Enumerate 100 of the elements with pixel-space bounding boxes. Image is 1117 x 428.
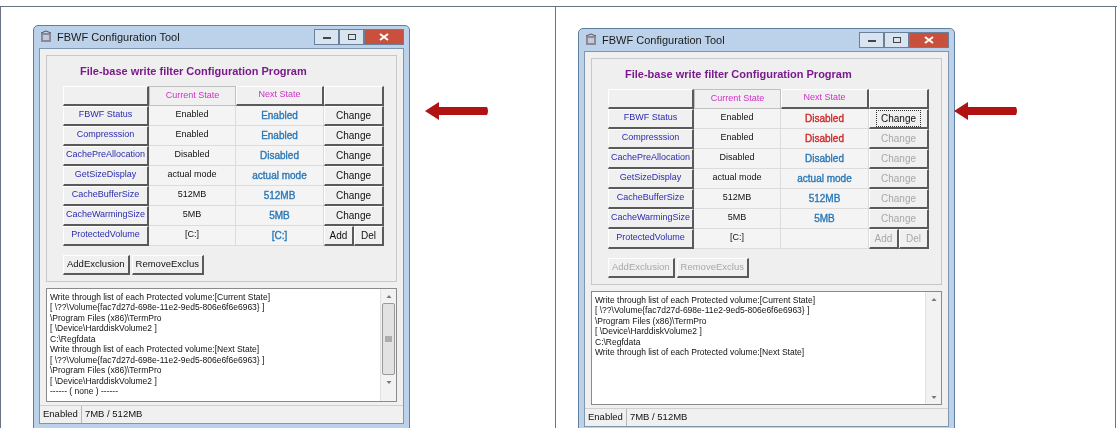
row-label: ProtectedVolume (608, 228, 694, 249)
maximize-button[interactable] (339, 29, 364, 45)
close-icon (379, 33, 389, 41)
status-text: Enabled (40, 405, 82, 423)
table-cell: [C:] (149, 225, 236, 246)
log-line: [ \??\Volume{fac7d27d-698e-11e2-9ed5-806e6f6e6963} ] (50, 302, 265, 313)
minimize-icon (321, 34, 332, 40)
exclusion-button[interactable]: RemoveExclus (131, 254, 204, 275)
next-state-value: Disabled (805, 151, 844, 166)
row-label: GetSizeDisplay (63, 165, 149, 186)
log-line: C:\Regfdata (50, 333, 96, 344)
status-text: Enabled (585, 408, 627, 426)
minimize-button[interactable] (314, 29, 339, 45)
row-label: CacheBufferSize (63, 185, 149, 206)
log-line: Write through list of each Protected volume:[Current State] (50, 291, 270, 302)
next-state-value: 5MB (814, 211, 835, 226)
table-cell: Enabled (694, 108, 781, 129)
scrollbar[interactable] (925, 291, 941, 404)
next-state-value: 512MB (808, 191, 841, 206)
table-cell: 5MB (149, 205, 236, 226)
column-header: Next State (781, 88, 869, 109)
scrollbar[interactable] (380, 288, 396, 401)
row-button[interactable]: Change (869, 108, 929, 129)
row-button[interactable]: Change (324, 185, 384, 206)
arrow-icon (954, 102, 1018, 120)
row-button[interactable]: Change (324, 205, 384, 226)
table-cell: Disabled (694, 148, 781, 169)
next-state-value: actual mode (252, 168, 307, 183)
log-line: Write through list of each Protected volume:[Next State] (595, 347, 805, 358)
window-title: FBWF Configuration Tool (57, 29, 181, 45)
table-cell: [C:] (694, 228, 781, 249)
next-state-value: Disabled (805, 111, 844, 126)
grip-icon (385, 335, 392, 342)
table-cell: 512MB (694, 188, 781, 209)
next-state-value: actual mode (797, 171, 852, 186)
minimize-button[interactable] (859, 32, 884, 48)
row-label: CacheWarmingSize (608, 208, 694, 229)
column-header: Current State (149, 85, 236, 106)
log-line: \Program Files (x86)\TermPro (50, 365, 162, 376)
log-line: C:\Regfdata (595, 336, 641, 347)
close-button[interactable] (364, 29, 404, 45)
row-label: GetSizeDisplay (608, 168, 694, 189)
table-cell: Enabled (149, 125, 236, 146)
next-state-value: 5MB (269, 208, 290, 223)
next-state-value: 512MB (263, 188, 296, 203)
log-line: [ \Device\HarddiskVolume2 ] (50, 375, 157, 386)
app-icon (39, 30, 53, 44)
row-label: CachePreAllocation (608, 148, 694, 169)
table-cell: Enabled (149, 105, 236, 126)
row-button[interactable]: Change (324, 125, 384, 146)
column-header: Current State (694, 88, 781, 109)
next-state-value: Enabled (261, 128, 298, 143)
log-line: Write through list of each Protected volume:[Next State] (50, 344, 260, 355)
close-icon (924, 36, 934, 44)
row-label: ProtectedVolume (63, 225, 149, 246)
log-line: \Program Files (x86)\TermPro (50, 312, 162, 323)
close-button[interactable] (909, 32, 949, 48)
row-label: Compresssion (608, 128, 694, 149)
row-button[interactable]: Change (324, 145, 384, 166)
row-label: FBWF Status (608, 108, 694, 129)
window-title: FBWF Configuration Tool (602, 32, 726, 48)
row-button[interactable]: Del (354, 225, 384, 246)
log-line: [ \??\Volume{fac7d27d-698e-11e2-9ed5-806e6f6e6963} ] (595, 305, 810, 316)
log-line: [ \??\Volume{fac7d27d-698e-11e2-9ed5-806e6f6e6963} ] (50, 354, 265, 365)
column-header: Next State (236, 85, 324, 106)
row-label: CacheBufferSize (608, 188, 694, 209)
log-line: \Program Files (x86)\TermPro (595, 315, 707, 326)
header-cell (324, 85, 384, 106)
table-cell: 5MB (694, 208, 781, 229)
program-heading: File-base write filter Configuration Program (624, 67, 852, 82)
exclusion-button[interactable]: AddExclusion (63, 254, 130, 275)
row-button[interactable]: Change (324, 105, 384, 126)
log-line: [ \Device\HarddiskVolume2 ] (50, 323, 157, 334)
row-button[interactable]: Change (324, 165, 384, 186)
row-label: FBWF Status (63, 105, 149, 126)
row-label: CachePreAllocation (63, 145, 149, 166)
log-line: Write through list of each Protected volume:[Current State] (595, 294, 815, 305)
log-line: [ \Device\HarddiskVolume2 ] (595, 326, 702, 337)
table-cell: Enabled (694, 128, 781, 149)
header-cell (869, 88, 929, 109)
log-line: ------ ( none ) ------ (50, 386, 118, 397)
table-cell: actual mode (149, 165, 236, 186)
row-button[interactable]: Add (324, 225, 354, 246)
app-icon (584, 33, 598, 47)
row-label: CacheWarmingSize (63, 205, 149, 226)
maximize-button[interactable] (884, 32, 909, 48)
table-cell: actual mode (694, 168, 781, 189)
row-label: Compresssion (63, 125, 149, 146)
arrow-icon (425, 102, 489, 120)
maximize-icon (891, 36, 902, 44)
program-heading: File-base write filter Configuration Program (79, 64, 307, 79)
table-cell: 512MB (149, 185, 236, 206)
next-state-value: Disabled (805, 131, 844, 146)
next-state-value: Disabled (260, 148, 299, 163)
status-text: 7MB / 512MB (628, 409, 689, 424)
next-state-value: [C:] (271, 228, 288, 243)
next-state-value: Enabled (261, 108, 298, 123)
minimize-icon (866, 37, 877, 43)
maximize-icon (346, 33, 357, 41)
scrollbar-thumb[interactable] (382, 302, 395, 375)
